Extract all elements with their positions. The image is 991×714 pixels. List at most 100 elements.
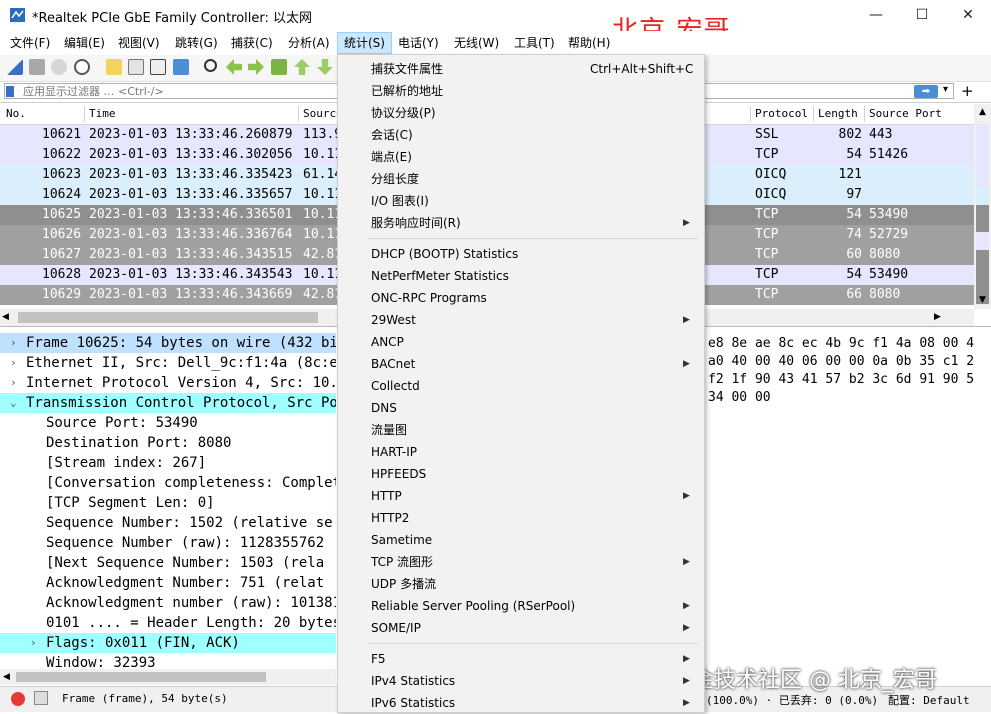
statistics-menu-item[interactable]: 分组长度	[338, 168, 704, 190]
apply-filter-icon[interactable]: ➡	[914, 85, 938, 98]
statistics-menu-item[interactable]: Sametime	[338, 529, 704, 551]
menu-go[interactable]: 跳转(G)	[175, 33, 218, 53]
menu-view[interactable]: 视图(V)	[118, 33, 160, 53]
menu-help[interactable]: 帮助(H)	[568, 33, 610, 53]
statistics-menu-item[interactable]: Reliable Server Pooling (RSerPool) ▶	[338, 595, 704, 617]
packet-list-scrollbar[interactable]: ▲ ▼	[974, 104, 991, 309]
add-filter-icon[interactable]: +	[961, 82, 974, 100]
last-packet-icon[interactable]	[317, 59, 333, 75]
col-no[interactable]: No.	[6, 107, 26, 120]
statistics-menu-item[interactable]: Collectd	[338, 375, 704, 397]
statistics-menu-item[interactable]: 29West ▶	[338, 309, 704, 331]
statistics-menu-item[interactable]: 已解析的地址	[338, 80, 704, 102]
capture-status-icon[interactable]	[11, 692, 25, 706]
menu-statistics[interactable]: 统计(S)	[337, 32, 392, 54]
packet-cell-sport: 8080	[869, 247, 901, 262]
detail-row[interactable]: 0101 .... = Header Length: 20 bytes	[0, 613, 336, 633]
edit-comment-icon[interactable]	[34, 691, 48, 705]
expand-arrow-icon[interactable]: ›	[10, 353, 17, 373]
scroll-down-icon[interactable]: ▼	[974, 292, 991, 309]
menu-edit[interactable]: 编辑(E)	[64, 33, 105, 53]
minimize-button[interactable]: —	[853, 0, 899, 30]
go-back-icon[interactable]	[226, 59, 242, 75]
statistics-menu-item[interactable]: HTTP ▶	[338, 485, 704, 507]
menu-analyze[interactable]: 分析(A)	[288, 33, 330, 53]
statistics-menu-item[interactable]: F5 ▶	[338, 648, 704, 670]
col-protocol[interactable]: Protocol	[755, 107, 808, 120]
col-time[interactable]: Time	[89, 107, 116, 120]
statistics-menu-item[interactable]: BACnet ▶	[338, 353, 704, 375]
detail-row[interactable]: Sequence Number: 1502 (relative se	[0, 513, 336, 533]
detail-row[interactable]: Source Port: 53490	[0, 413, 336, 433]
reload-file-icon[interactable]	[173, 59, 189, 75]
statistics-menu-item[interactable]: 流量图	[338, 419, 704, 441]
statistics-menu-item[interactable]: UDP 多播流	[338, 573, 704, 595]
col-length[interactable]: Length	[818, 107, 858, 120]
first-packet-icon[interactable]	[294, 59, 310, 75]
detail-row[interactable]: [Stream index: 267]	[0, 453, 336, 473]
scroll-right-icon[interactable]: ▶	[934, 309, 941, 326]
statistics-menu-item[interactable]: 协议分级(P)	[338, 102, 704, 124]
save-file-icon[interactable]	[128, 59, 144, 75]
statistics-menu-item[interactable]: DHCP (BOOTP) Statistics	[338, 243, 704, 265]
statistics-menu-item[interactable]: DNS	[338, 397, 704, 419]
packet-minimap[interactable]	[976, 124, 989, 304]
detail-row[interactable]: Sequence Number (raw): 1128355762	[0, 533, 336, 553]
expand-arrow-icon[interactable]: ›	[10, 333, 17, 353]
open-file-icon[interactable]	[106, 59, 122, 75]
detail-row[interactable]: › Frame 10625: 54 bytes on wire (432 bits	[0, 333, 336, 353]
hscroll-thumb[interactable]	[18, 312, 318, 323]
statistics-menu-item[interactable]: IPv4 Statistics ▶	[338, 670, 704, 692]
statistics-menu-item[interactable]: ONC-RPC Programs	[338, 287, 704, 309]
maximize-button[interactable]: ☐	[899, 0, 945, 30]
statistics-menu-item[interactable]: ANCP	[338, 331, 704, 353]
statistics-menu-item[interactable]: 会话(C)	[338, 124, 704, 146]
statistics-menu-item[interactable]: 服务响应时间(R) ▶	[338, 212, 704, 234]
expand-arrow-icon[interactable]: ⌄	[10, 393, 17, 413]
close-file-icon[interactable]	[150, 59, 166, 75]
menu-telephony[interactable]: 电话(Y)	[398, 33, 439, 53]
find-packet-icon[interactable]	[204, 59, 217, 72]
statistics-menu-item[interactable]: 捕获文件属性 Ctrl+Alt+Shift+C	[338, 58, 704, 80]
statistics-menu-item[interactable]: SOME/IP ▶	[338, 617, 704, 639]
detail-row[interactable]: [Conversation completeness: Complete	[0, 473, 336, 493]
scroll-left-icon[interactable]: ◀	[2, 309, 9, 326]
statistics-menu-item[interactable]: 端点(E)	[338, 146, 704, 168]
menu-capture[interactable]: 捕获(C)	[231, 33, 273, 53]
detail-row[interactable]: › Ethernet II, Src: Dell_9c:f1:4a (8c:ec:	[0, 353, 336, 373]
stop-capture-icon[interactable]	[29, 59, 45, 75]
detail-row[interactable]: Acknowledgment Number: 751 (relat	[0, 573, 336, 593]
go-forward-icon[interactable]	[248, 59, 264, 75]
detail-row[interactable]: Destination Port: 8080	[0, 433, 336, 453]
col-source-port[interactable]: Source Port	[869, 107, 942, 120]
scroll-left-icon[interactable]: ◀	[3, 669, 10, 685]
capture-options-icon[interactable]	[74, 59, 90, 75]
detail-row[interactable]: › Flags: 0x011 (FIN, ACK)	[0, 633, 336, 653]
menu-wireless[interactable]: 无线(W)	[454, 33, 499, 53]
detail-row[interactable]: Acknowledgment number (raw): 10138130	[0, 593, 336, 613]
statistics-menu-item[interactable]: I/O 图表(I)	[338, 190, 704, 212]
menu-tools[interactable]: 工具(T)	[514, 33, 555, 53]
detail-row[interactable]: [TCP Segment Len: 0]	[0, 493, 336, 513]
menu-file[interactable]: 文件(F)	[10, 33, 50, 53]
details-hscrollbar[interactable]: ◀	[0, 669, 336, 685]
shark-fin-start-icon[interactable]	[7, 59, 23, 75]
bookmark-icon[interactable]	[6, 86, 14, 97]
statistics-menu-item[interactable]: HTTP2	[338, 507, 704, 529]
go-to-packet-icon[interactable]	[271, 59, 287, 75]
hscroll-thumb[interactable]	[16, 672, 266, 682]
statistics-menu-item[interactable]: HPFEEDS	[338, 463, 704, 485]
restart-capture-icon[interactable]	[51, 59, 67, 75]
expand-arrow-icon[interactable]: ›	[10, 373, 17, 393]
close-button[interactable]: ✕	[945, 0, 991, 30]
statistics-menu-item[interactable]: NetPerfMeter Statistics	[338, 265, 704, 287]
expand-arrow-icon[interactable]: ›	[30, 633, 37, 653]
statistics-menu-item[interactable]: HART-IP	[338, 441, 704, 463]
detail-row[interactable]: › Internet Protocol Version 4, Src: 10.11	[0, 373, 336, 393]
detail-row[interactable]: ⌄ Transmission Control Protocol, Src Port	[0, 393, 336, 413]
scroll-up-icon[interactable]: ▲	[974, 104, 991, 121]
filter-dropdown-icon[interactable]: ▾	[943, 84, 948, 95]
statistics-menu-item[interactable]: TCP 流图形 ▶	[338, 551, 704, 573]
detail-row[interactable]: [Next Sequence Number: 1503 (rela	[0, 553, 336, 573]
status-profile[interactable]: 配置: Default	[888, 692, 970, 708]
